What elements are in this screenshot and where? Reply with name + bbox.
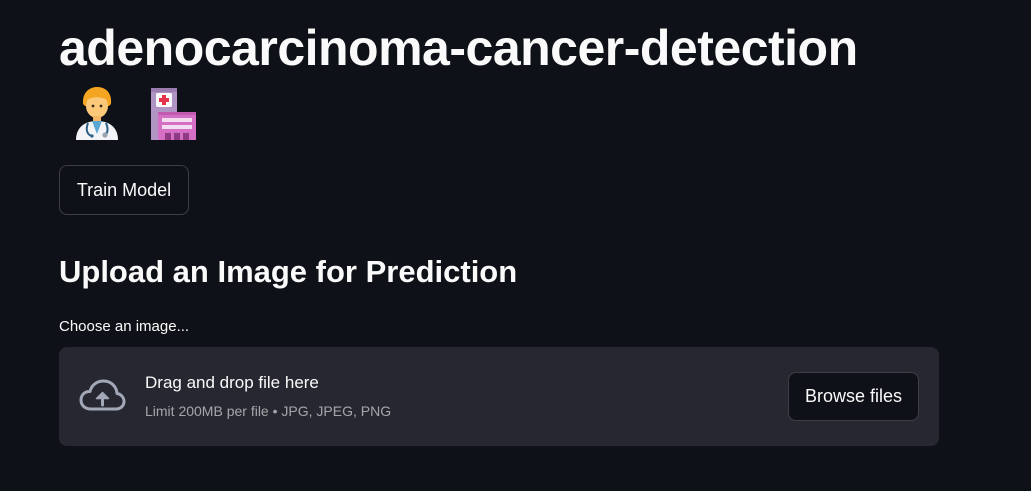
file-uploader-label: Choose an image...	[59, 318, 190, 335]
health-worker-emoji-icon	[72, 84, 122, 140]
upload-heading: Upload an Image for Prediction	[59, 254, 518, 289]
dropzone-instructions: Drag and drop file here Limit 200MB per …	[145, 371, 391, 421]
file-dropzone[interactable]: Drag and drop file here Limit 200MB per …	[59, 347, 939, 446]
cloud-upload-icon	[78, 378, 126, 414]
page-title: adenocarcinoma-cancer-detection	[59, 20, 858, 76]
hospital-emoji-icon	[148, 84, 198, 140]
drag-drop-text: Drag and drop file here	[145, 373, 319, 392]
file-limit-text: Limit 200MB per file • JPG, JPEG, PNG	[145, 403, 392, 419]
browse-files-button[interactable]: Browse files	[788, 372, 919, 421]
train-model-button[interactable]: Train Model	[59, 165, 189, 215]
title-emoji-row	[72, 84, 198, 140]
app-main: adenocarcinoma-cancer-detection Train Mo…	[0, 0, 1031, 491]
